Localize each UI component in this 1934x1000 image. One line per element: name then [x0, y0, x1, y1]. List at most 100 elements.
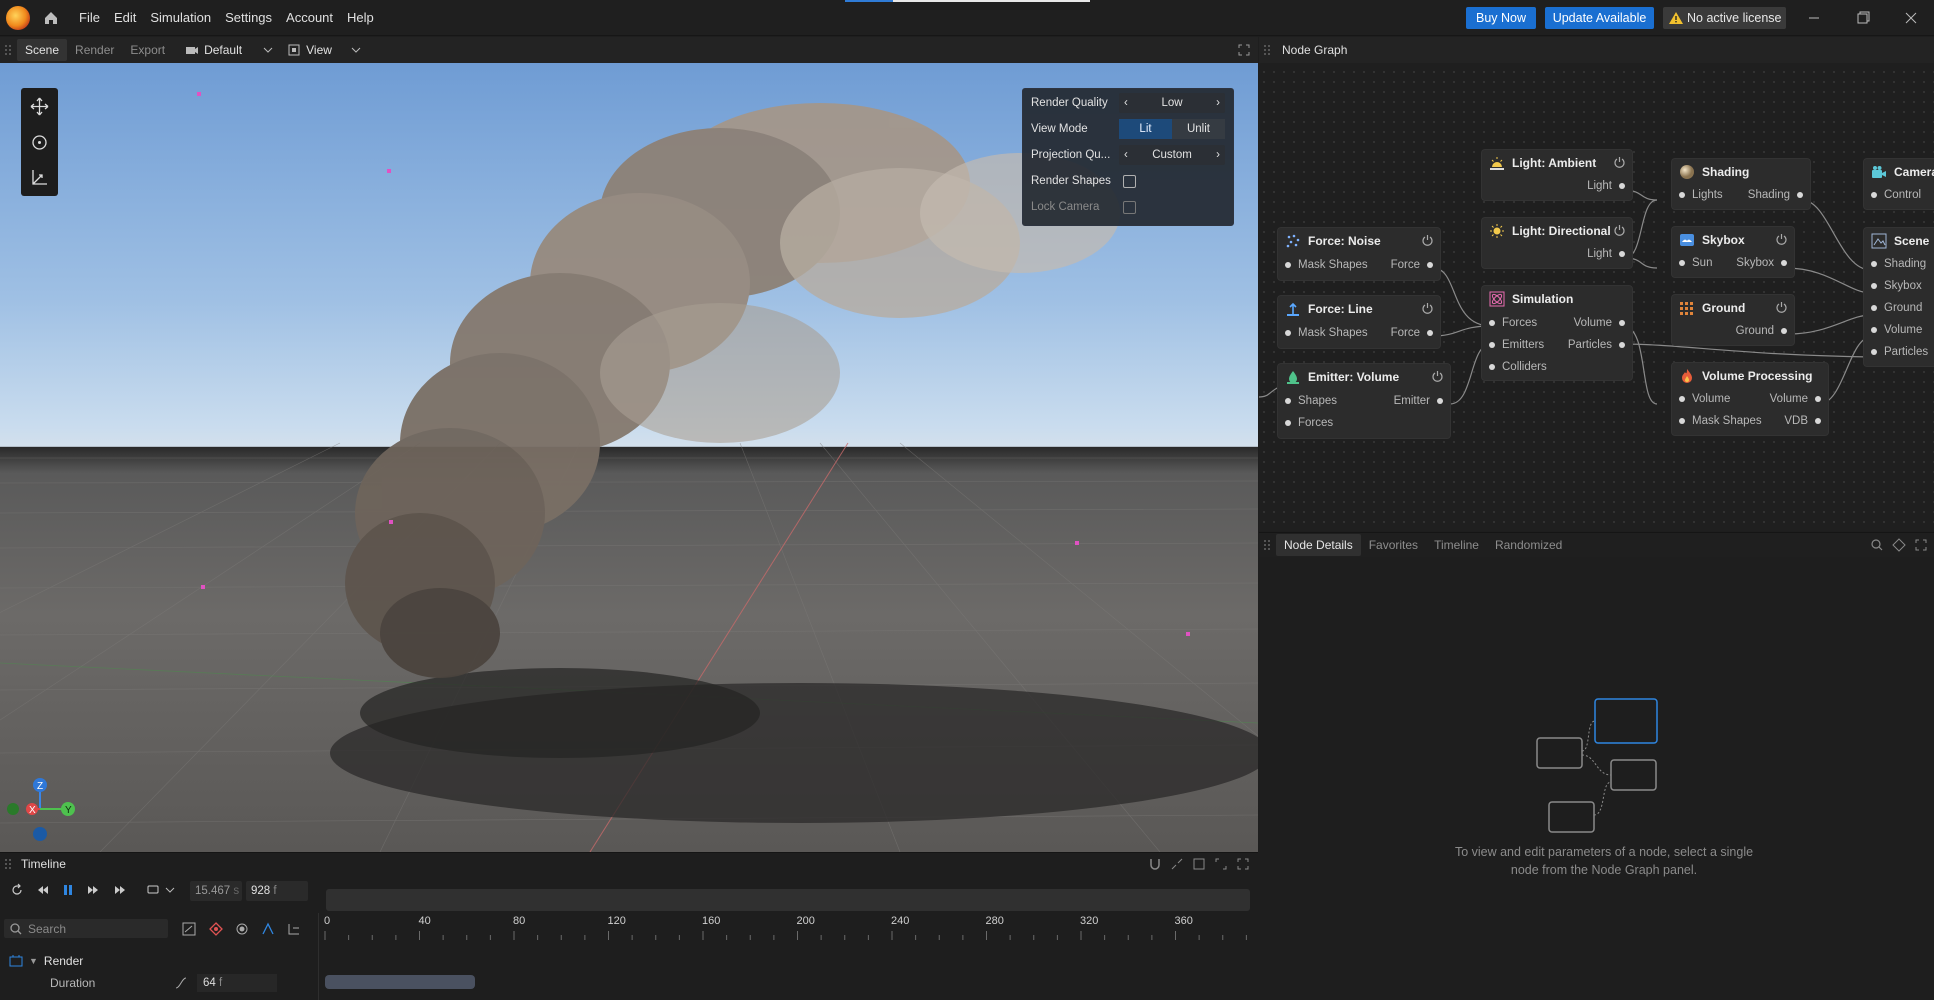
output-port[interactable] [1619, 183, 1625, 189]
keyframe-icon[interactable] [209, 922, 223, 936]
drag-handle-icon[interactable] [1262, 538, 1272, 552]
menu-account[interactable]: Account [279, 0, 340, 36]
power-icon[interactable] [1613, 156, 1626, 169]
render-track-header[interactable]: ▼ Render [0, 951, 318, 971]
expand-triangle-icon[interactable]: ▼ [29, 956, 38, 966]
frame-field[interactable]: 928 f [246, 881, 308, 901]
drag-handle-icon[interactable] [3, 43, 13, 57]
minimize-icon[interactable] [1804, 8, 1824, 28]
menu-help[interactable]: Help [340, 0, 381, 36]
output-port[interactable] [1619, 342, 1625, 348]
menu-edit[interactable]: Edit [107, 0, 143, 36]
node-graph-panel[interactable]: Node Graph Force: Noise Mask Shapes Forc… [1259, 37, 1934, 531]
timeline-range-bar[interactable] [326, 889, 1250, 911]
node-force-line[interactable]: Force: Line Mask Shapes Force [1277, 295, 1441, 349]
render-quality-stepper[interactable]: ‹ Low › [1119, 93, 1225, 113]
layout-dropdown[interactable]: Default [185, 43, 275, 57]
output-port[interactable] [1437, 398, 1443, 404]
buy-now-button[interactable]: Buy Now [1466, 7, 1536, 29]
power-icon[interactable] [1775, 301, 1788, 314]
tab-favorites[interactable]: Favorites [1361, 534, 1426, 556]
view-mode-lit[interactable]: Lit [1119, 119, 1172, 139]
power-icon[interactable] [1421, 302, 1434, 315]
node-ground[interactable]: Ground Ground [1671, 294, 1795, 346]
output-port[interactable] [1619, 251, 1625, 257]
output-port[interactable] [1815, 418, 1821, 424]
reset-icon[interactable] [10, 883, 24, 897]
input-port[interactable] [1871, 261, 1877, 267]
power-icon[interactable] [1613, 224, 1626, 237]
menu-file[interactable]: File [72, 0, 107, 36]
axis-gizmo[interactable]: Z Y X [4, 774, 76, 844]
input-port[interactable] [1871, 283, 1877, 289]
step-forward-icon[interactable] [86, 883, 100, 897]
tab-export[interactable]: Export [122, 39, 173, 61]
output-port[interactable] [1781, 260, 1787, 266]
node-light-ambient[interactable]: Light: Ambient Light [1481, 149, 1633, 201]
node-shading[interactable]: Shading Lights Shading [1671, 158, 1811, 210]
node-emitter-volume[interactable]: Emitter: Volume Shapes Emitter Forces [1277, 363, 1451, 439]
magnet-icon[interactable] [1148, 857, 1162, 871]
chevron-right-icon[interactable]: › [1216, 149, 1220, 161]
input-port[interactable] [1285, 262, 1291, 268]
tab-render[interactable]: Render [67, 39, 122, 61]
output-port[interactable] [1619, 320, 1625, 326]
output-port[interactable] [1815, 396, 1821, 402]
chevron-down-icon[interactable] [163, 883, 177, 897]
fullscreen-icon[interactable] [1914, 538, 1928, 552]
record-icon[interactable] [235, 922, 249, 936]
view-dropdown[interactable]: View [287, 43, 363, 57]
node-simulation[interactable]: Simulation Forces Volume Emitters Partic… [1481, 285, 1633, 381]
input-port[interactable] [1679, 396, 1685, 402]
tab-node-details[interactable]: Node Details [1276, 534, 1361, 556]
input-port[interactable] [1285, 420, 1291, 426]
chevron-left-icon[interactable]: ‹ [1124, 97, 1128, 109]
update-available-button[interactable]: Update Available [1545, 7, 1654, 29]
3d-viewport[interactable]: Render Quality ‹ Low › View Mode Lit Unl… [0, 63, 1258, 852]
output-port[interactable] [1781, 328, 1787, 334]
auto-key-icon[interactable] [261, 922, 275, 936]
input-port[interactable] [1489, 364, 1495, 370]
power-icon[interactable] [1421, 234, 1434, 247]
input-port[interactable] [1871, 305, 1877, 311]
curve-icon[interactable] [174, 976, 188, 990]
skip-end-icon[interactable] [113, 883, 127, 897]
input-port[interactable] [1489, 320, 1495, 326]
input-port[interactable] [1489, 342, 1495, 348]
move-icon[interactable] [30, 97, 49, 116]
drag-handle-icon[interactable] [3, 857, 13, 871]
curve-editor-icon[interactable] [182, 922, 196, 936]
fullscreen-icon[interactable] [1237, 43, 1251, 57]
timeline-search[interactable]: Search [4, 919, 168, 938]
view-mode-unlit[interactable]: Unlit [1172, 119, 1225, 139]
power-icon[interactable] [1775, 233, 1788, 246]
chevron-left-icon[interactable]: ‹ [1124, 149, 1128, 161]
drag-handle-icon[interactable] [1262, 43, 1272, 57]
tab-timeline[interactable]: Timeline [1426, 534, 1487, 556]
menu-settings[interactable]: Settings [218, 0, 279, 36]
fullscreen-icon[interactable] [1236, 857, 1250, 871]
node-skybox[interactable]: Skybox Sun Skybox [1671, 226, 1795, 278]
output-port[interactable] [1427, 330, 1433, 336]
close-icon[interactable] [1901, 8, 1921, 28]
menu-simulation[interactable]: Simulation [143, 0, 218, 36]
pause-icon[interactable] [61, 883, 75, 897]
power-icon[interactable] [1431, 370, 1444, 383]
timeline-ruler[interactable]: 0 40 80 120 160 200 240 280 320 360 [320, 913, 1258, 945]
projection-quality-stepper[interactable]: ‹ Custom › [1119, 145, 1225, 165]
node-scene[interactable]: Scene Shading Skybox Ground Volume Parti… [1863, 227, 1934, 367]
input-port[interactable] [1871, 192, 1877, 198]
search-icon[interactable] [1870, 538, 1884, 552]
collapse-icon[interactable] [1170, 857, 1184, 871]
output-port[interactable] [1427, 262, 1433, 268]
scale-icon[interactable] [30, 168, 49, 187]
input-port[interactable] [1285, 398, 1291, 404]
tab-randomized[interactable]: Randomized [1487, 534, 1570, 556]
rotate-icon[interactable] [30, 133, 49, 152]
diamond-icon[interactable] [1892, 538, 1906, 552]
loop-icon[interactable] [146, 883, 160, 897]
input-port[interactable] [1679, 260, 1685, 266]
home-icon[interactable] [42, 9, 60, 27]
node-volume-processing[interactable]: Volume Processing Volume Volume Mask Sha… [1671, 362, 1829, 436]
input-port[interactable] [1679, 192, 1685, 198]
